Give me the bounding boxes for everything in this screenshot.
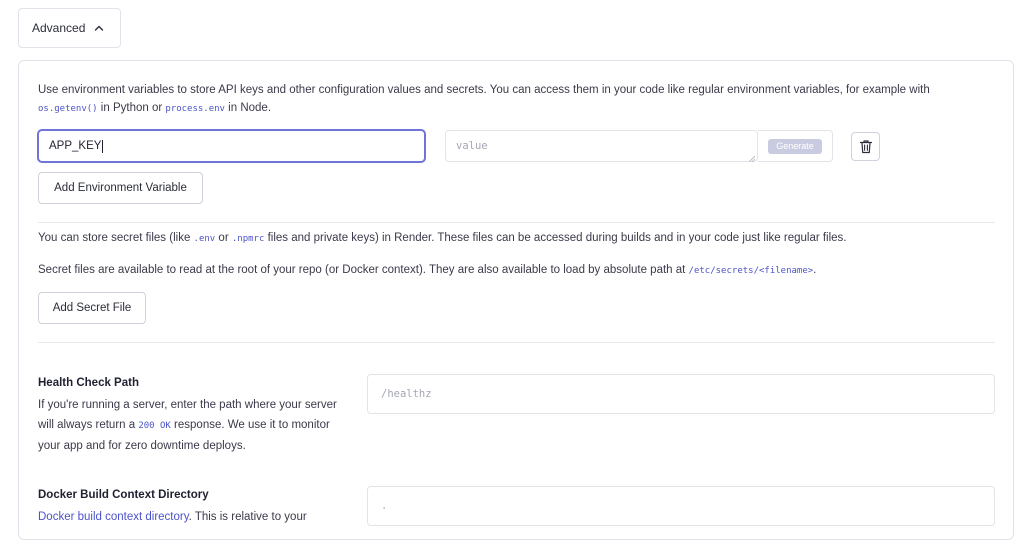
- env-intro-text: Use environment variables to store API k…: [38, 81, 988, 118]
- secrets-line1-mid: or: [215, 232, 232, 244]
- docker-context-title: Docker Build Context Directory: [38, 489, 209, 501]
- chevron-up-icon: [93, 22, 105, 34]
- add-environment-variable-button[interactable]: Add Environment Variable: [38, 172, 203, 204]
- secrets-text-line2: Secret files are available to read at th…: [38, 261, 998, 280]
- generate-button[interactable]: Generate: [768, 138, 822, 154]
- docker-context-input[interactable]: .: [367, 486, 995, 526]
- health-check-description: If you're running a server, enter the pa…: [38, 395, 338, 456]
- env-intro-code-getenv: os.getenv(): [38, 104, 98, 114]
- env-key-value: APP_KEY: [49, 140, 102, 152]
- secrets-code-env: .env: [193, 234, 216, 244]
- advanced-label: Advanced: [32, 21, 86, 35]
- secrets-line2-pre: Secret files are available to read at th…: [38, 264, 689, 276]
- secrets-line1-pre: You can store secret files (like: [38, 232, 194, 244]
- docker-context-link[interactable]: Docker build context directory: [38, 511, 189, 523]
- env-intro-mid: in Python or: [97, 102, 166, 114]
- env-intro-post: in Node.: [224, 102, 272, 114]
- docker-context-description: Docker build context directory. This is …: [38, 507, 358, 527]
- health-desc-code: 200 OK: [138, 421, 171, 431]
- docker-context-placeholder: .: [381, 500, 388, 512]
- env-intro-code-process: process.env: [165, 104, 225, 114]
- secrets-line2-post: .: [813, 264, 817, 276]
- resize-handle-icon[interactable]: [748, 153, 756, 163]
- advanced-toggle-button[interactable]: Advanced: [18, 8, 121, 48]
- env-value-placeholder: value: [456, 140, 488, 152]
- divider: [38, 342, 995, 343]
- advanced-panel: Use environment variables to store API k…: [18, 60, 1014, 540]
- secrets-code-path: /etc/secrets/<filename>: [688, 266, 814, 276]
- divider: [38, 222, 995, 223]
- add-secret-file-button[interactable]: Add Secret File: [38, 292, 146, 324]
- health-check-path-input[interactable]: /healthz: [367, 374, 995, 414]
- health-check-placeholder: /healthz: [381, 388, 432, 400]
- delete-env-button[interactable]: [851, 132, 880, 161]
- generate-container: Generate: [758, 130, 833, 162]
- docker-desc-post: . This is relative to your: [188, 511, 307, 523]
- text-cursor: [102, 139, 104, 153]
- env-key-input[interactable]: APP_KEY: [38, 130, 425, 162]
- secrets-text-line1: You can store secret files (like .env or…: [38, 229, 998, 248]
- secrets-line1-post: files and private keys) in Render. These…: [264, 232, 847, 244]
- env-value-input[interactable]: value: [445, 130, 758, 163]
- health-check-title: Health Check Path: [38, 377, 139, 389]
- secrets-code-npmrc: .npmrc: [231, 234, 265, 244]
- trash-icon: [859, 139, 873, 154]
- env-intro-pre: Use environment variables to store API k…: [38, 84, 930, 96]
